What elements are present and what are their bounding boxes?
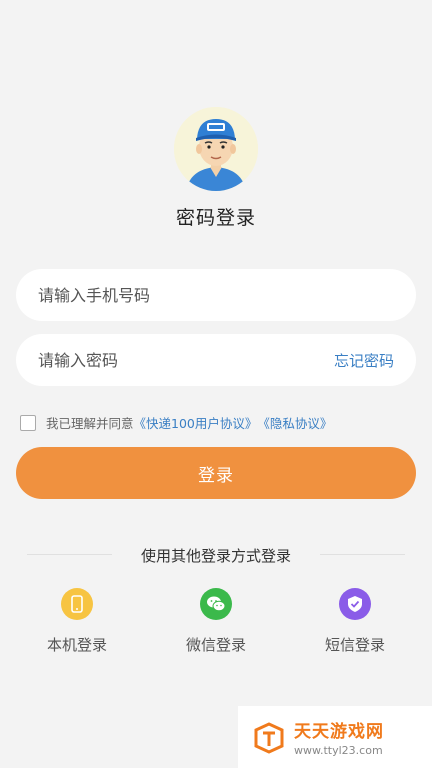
agree-checkbox[interactable] — [20, 414, 36, 431]
forgot-password-link[interactable]: 忘记密码 — [334, 350, 394, 371]
agreement-row: 我已理解并同意 《快递100用户协议》 《隐私协议》 — [20, 413, 332, 432]
wechat-login-option[interactable]: 微信登录 — [166, 588, 266, 655]
page-title: 密码登录 — [175, 207, 256, 229]
phone-icon[interactable] — [61, 588, 93, 620]
wechat-icon[interactable] — [200, 588, 232, 620]
phone-field[interactable] — [16, 269, 416, 321]
avatar — [174, 107, 258, 191]
local-login-option[interactable]: 本机登录 — [27, 588, 127, 655]
privacy-agreement-link[interactable]: 《隐私协议》 — [257, 413, 332, 432]
agree-prefix: 我已理解并同意 — [46, 416, 134, 431]
sms-login-label: 短信登录 — [324, 636, 385, 654]
divider-line-right — [320, 554, 405, 555]
login-button[interactable]: 登录 — [16, 447, 416, 499]
watermark-logo-icon — [254, 722, 284, 754]
password-input[interactable] — [38, 350, 334, 370]
local-login-label: 本机登录 — [46, 636, 107, 654]
shield-icon[interactable] — [339, 588, 371, 620]
phone-input[interactable] — [38, 285, 394, 305]
watermark: 天天游戏网 www.ttyl23.com — [238, 706, 432, 768]
user-agreement-link[interactable]: 《快递100用户协议》 — [134, 413, 258, 432]
watermark-url: www.ttyl23.com — [294, 744, 383, 757]
sms-login-option[interactable]: 短信登录 — [305, 588, 405, 655]
other-login-heading: 使用其他登录方式登录 — [140, 547, 291, 565]
password-field[interactable]: 忘记密码 — [16, 334, 416, 386]
wechat-login-label: 微信登录 — [185, 636, 246, 654]
other-login-divider: 使用其他登录方式登录 — [0, 545, 432, 565]
watermark-title: 天天游戏网 — [294, 722, 384, 742]
